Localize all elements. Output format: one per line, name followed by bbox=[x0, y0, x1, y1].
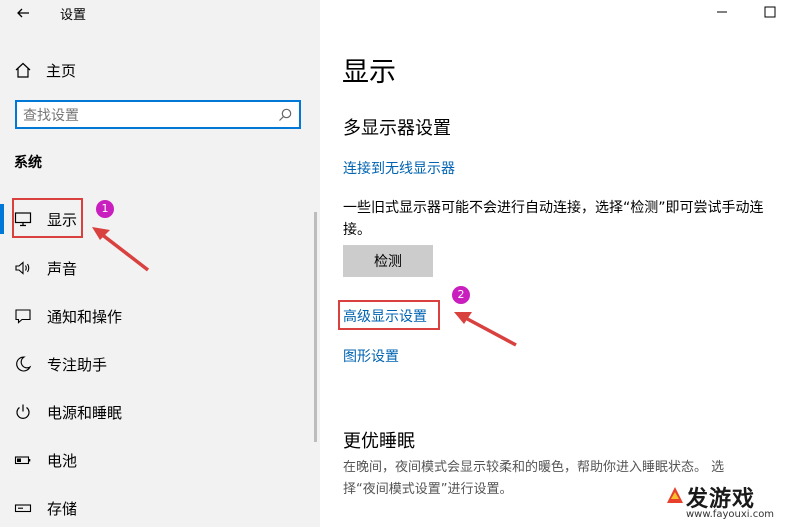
fayouxi-logo-icon bbox=[667, 487, 683, 503]
annotation-box-display bbox=[12, 198, 83, 238]
annotation-badge-2: 2 bbox=[452, 286, 470, 304]
watermark: 发游戏 www.fayouxi.com bbox=[664, 481, 796, 525]
maximize-icon[interactable] bbox=[763, 5, 777, 19]
back-arrow-icon bbox=[17, 8, 29, 18]
section-label-system: 系统 bbox=[14, 155, 42, 171]
notification-icon bbox=[15, 309, 31, 324]
search-input[interactable] bbox=[21, 105, 275, 127]
sidebar-item-label: 专注助手 bbox=[47, 356, 108, 374]
page-title: 显示 bbox=[342, 57, 396, 88]
storage-icon bbox=[14, 504, 32, 513]
sidebar-item-storage[interactable]: 存储 bbox=[0, 490, 318, 526]
sidebar-item-battery[interactable]: 电池 bbox=[0, 442, 318, 478]
speaker-icon bbox=[15, 261, 30, 275]
sidebar-item-notifications[interactable]: 通知和操作 bbox=[0, 298, 318, 334]
search-box[interactable] bbox=[15, 100, 301, 129]
detect-description-line2: 接。 bbox=[343, 222, 371, 238]
minimize-icon[interactable] bbox=[715, 5, 729, 19]
sidebar-item-focus-assist[interactable]: 专注助手 bbox=[0, 346, 318, 382]
power-icon bbox=[16, 404, 30, 419]
detect-button[interactable]: 检测 bbox=[343, 245, 433, 277]
sidebar-item-label: 电源和睡眠 bbox=[47, 404, 123, 422]
settings-sidebar: 设置 主页 系统 显示 声音 通知和操作 bbox=[0, 0, 320, 527]
sleep-heading: 更优睡眠 bbox=[343, 431, 415, 452]
sidebar-item-sound[interactable]: 声音 bbox=[0, 250, 318, 286]
sidebar-item-label: 电池 bbox=[47, 452, 78, 470]
annotation-arrow-2 bbox=[454, 312, 517, 347]
home-label: 主页 bbox=[46, 61, 77, 80]
watermark-url: www.fayouxi.com bbox=[686, 509, 775, 520]
annotation-arrow-1 bbox=[92, 227, 150, 272]
annotation-box-advanced bbox=[338, 300, 440, 330]
sidebar-item-label: 存储 bbox=[47, 500, 78, 518]
home-icon bbox=[15, 62, 31, 78]
sidebar-item-label: 通知和操作 bbox=[47, 308, 123, 326]
multi-display-heading: 多显示器设置 bbox=[343, 118, 451, 139]
sidebar-scrollbar[interactable] bbox=[314, 212, 317, 442]
back-button[interactable] bbox=[10, 2, 38, 24]
moon-icon bbox=[16, 356, 32, 372]
home-nav-item[interactable]: 主页 bbox=[14, 58, 76, 82]
sidebar-item-label: 声音 bbox=[47, 260, 78, 278]
detect-description-line1: 一些旧式显示器可能不会进行自动连接，选择“检测”即可尝试手动连 bbox=[343, 200, 764, 216]
graphics-settings-link[interactable]: 图形设置 bbox=[343, 346, 399, 366]
wireless-display-link[interactable]: 连接到无线显示器 bbox=[343, 158, 455, 178]
search-icon bbox=[279, 108, 292, 121]
app-title: 设置 bbox=[60, 8, 87, 23]
annotation-badge-1: 1 bbox=[96, 200, 114, 218]
sidebar-item-power-sleep[interactable]: 电源和睡眠 bbox=[0, 394, 318, 430]
battery-icon bbox=[14, 456, 31, 465]
sleep-description-line1: 在晚间，夜间模式会显示较柔和的暖色，帮助你进入睡眠状态。 选 bbox=[343, 460, 725, 475]
